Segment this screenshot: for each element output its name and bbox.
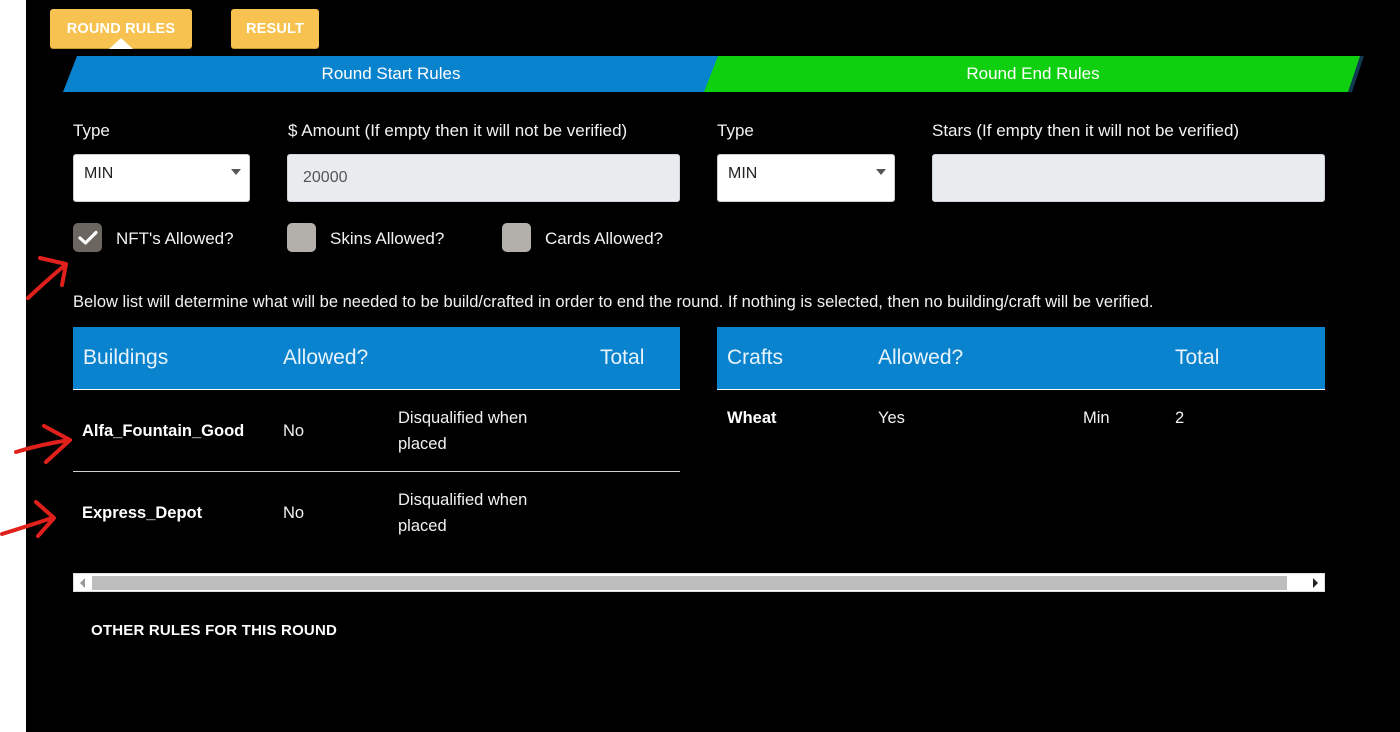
red-arrow-icon [0,500,56,538]
red-arrow-icon [26,256,68,300]
red-arrow-icon [14,424,72,464]
annotation-overlay [0,256,72,538]
